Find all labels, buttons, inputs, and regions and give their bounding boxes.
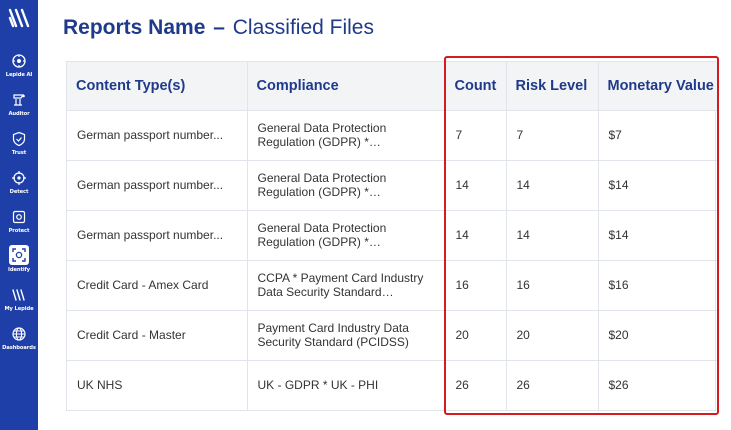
cell-compliance: General Data Protection Regulation (GDPR… xyxy=(247,210,446,261)
cell-content-type-text: UK NHS xyxy=(77,378,123,393)
table-row[interactable]: UK NHS UK - GDPR * UK - PHI 26 26 $26 xyxy=(67,360,717,410)
cell-compliance: UK - GDPR * UK - PHI xyxy=(247,360,446,410)
classified-files-table: Content Type(s) Compliance Count Risk Le… xyxy=(66,61,717,411)
sidebar-item-protect[interactable]: Protect xyxy=(0,208,38,244)
cell-content-type: German passport number... xyxy=(67,110,248,161)
sidebar-item-lepide-ai[interactable]: Lepide AI xyxy=(0,52,38,88)
table-header-row: Content Type(s) Compliance Count Risk Le… xyxy=(67,62,717,111)
page-title-sub: Classified Files xyxy=(232,16,374,39)
column-header-count[interactable]: Count xyxy=(445,62,507,111)
column-header-risk-level[interactable]: Risk Level xyxy=(506,62,599,111)
cell-risk-level: 7 xyxy=(506,110,599,161)
cell-content-type: UK NHS xyxy=(67,360,248,410)
page-title: Reports Name – Classified Files xyxy=(63,16,374,40)
cell-compliance-text: Payment Card Industry Data Security Stan… xyxy=(257,321,409,349)
cell-content-type: Credit Card - Master xyxy=(67,310,248,361)
sidebar-item-label: Protect xyxy=(8,228,30,234)
sidebar-item-my-lepide[interactable]: My Lepide xyxy=(0,286,38,322)
cell-content-type: German passport number... xyxy=(67,210,248,261)
sidebar-item-label: Auditor xyxy=(8,111,30,117)
table-row[interactable]: German passport number... General Data P… xyxy=(67,160,717,211)
cell-compliance: General Data Protection Regulation (GDPR… xyxy=(247,110,446,161)
sidebar-item-identify[interactable]: Identify xyxy=(0,245,38,281)
sidebar-item-label: Dashboards xyxy=(2,345,36,351)
cell-risk-level: 20 xyxy=(506,310,599,361)
sidebar-item-auditor[interactable]: Auditor xyxy=(0,91,38,127)
table-row[interactable]: Credit Card - Master Payment Card Indust… xyxy=(67,310,717,361)
cell-monetary-value: $7 xyxy=(598,110,717,161)
cell-count: 16 xyxy=(445,260,507,311)
cell-count: 7 xyxy=(445,110,507,161)
cell-count: 20 xyxy=(445,310,507,361)
cell-compliance-text: UK - GDPR * UK - PHI xyxy=(257,378,379,393)
identify-icon xyxy=(9,245,29,265)
sidebar-item-label: My Lepide xyxy=(4,306,34,312)
shield-check-icon xyxy=(10,130,28,148)
sidebar-item-detect[interactable]: Detect xyxy=(0,169,38,205)
cell-content-type-text: German passport number... xyxy=(77,178,224,192)
column-header-compliance[interactable]: Compliance xyxy=(247,62,446,111)
sidebar: Lepide AI Auditor Trust Detect Protect I… xyxy=(0,0,38,430)
sidebar-item-label: Identify xyxy=(8,267,30,273)
cell-compliance: CCPA * Payment Card Industry Data Securi… xyxy=(247,260,446,311)
cell-content-type: Credit Card - Amex Card xyxy=(67,260,248,311)
cell-count: 14 xyxy=(445,210,507,261)
cell-risk-level: 14 xyxy=(506,160,599,211)
sidebar-item-label: Detect xyxy=(9,189,29,195)
cell-content-type-text: German passport number... xyxy=(77,228,224,242)
cell-compliance-text: General Data Protection Regulation (GDPR… xyxy=(257,221,387,249)
ai-brain-icon xyxy=(10,52,28,70)
sidebar-item-label: Trust xyxy=(11,150,27,156)
page-title-main: Reports Name xyxy=(63,16,206,39)
cell-compliance: Payment Card Industry Data Security Stan… xyxy=(247,310,446,361)
auditor-icon xyxy=(10,91,28,109)
sidebar-item-dashboards[interactable]: Dashboards xyxy=(0,325,38,361)
cell-content-type-text: German passport number... xyxy=(77,128,224,142)
cell-count: 26 xyxy=(445,360,507,410)
cell-compliance: General Data Protection Regulation (GDPR… xyxy=(247,160,446,211)
sidebar-item-label: Lepide AI xyxy=(5,72,33,78)
cell-risk-level: 14 xyxy=(506,210,599,261)
cell-monetary-value: $16 xyxy=(598,260,717,311)
cell-content-type: German passport number... xyxy=(67,160,248,211)
cell-compliance-text: General Data Protection Regulation (GDPR… xyxy=(257,121,387,149)
page-title-separator: – xyxy=(213,16,225,39)
cell-monetary-value: $14 xyxy=(598,160,717,211)
cell-risk-level: 26 xyxy=(506,360,599,410)
crosshair-icon xyxy=(10,169,28,187)
lepide-logo-icon[interactable] xyxy=(7,7,31,29)
table-row[interactable]: Credit Card - Amex Card CCPA * Payment C… xyxy=(67,260,717,311)
globe-icon xyxy=(10,325,28,343)
cell-content-type-text: Credit Card - Master xyxy=(77,328,186,342)
cell-count: 14 xyxy=(445,160,507,211)
cell-monetary-value: $20 xyxy=(598,310,717,361)
table-row[interactable]: German passport number... General Data P… xyxy=(67,210,717,261)
column-header-monetary-value[interactable]: Monetary Value xyxy=(598,62,717,111)
cell-content-type-text: Credit Card - Amex Card xyxy=(77,278,209,292)
protect-icon xyxy=(10,208,28,226)
sidebar-item-trust[interactable]: Trust xyxy=(0,130,38,166)
cell-compliance-text: General Data Protection Regulation (GDPR… xyxy=(257,171,387,199)
cell-monetary-value: $26 xyxy=(608,378,629,393)
cell-monetary-value: $14 xyxy=(598,210,717,261)
cell-compliance-text: CCPA * Payment Card Industry Data Securi… xyxy=(257,271,424,299)
table-row[interactable]: German passport number... General Data P… xyxy=(67,110,717,161)
my-lepide-icon xyxy=(10,286,28,304)
cell-risk-level: 16 xyxy=(506,260,599,311)
column-header-content-type[interactable]: Content Type(s) xyxy=(67,62,248,111)
